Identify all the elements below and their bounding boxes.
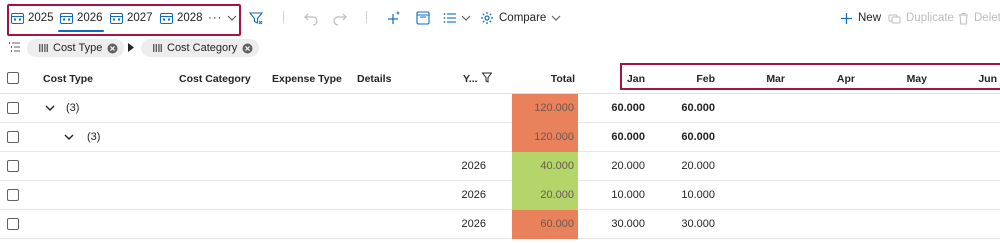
feb-cell: 60.000 — [681, 102, 715, 114]
group-chip-cost-category[interactable]: Cost Category — [141, 39, 260, 57]
toolbar: 2025 2026 2027 2028 ··· Compare New Dupl… — [0, 0, 1000, 36]
group-chip-cost-type[interactable]: Cost Type — [27, 39, 125, 57]
column-header-cost-category[interactable]: Cost Category — [179, 72, 251, 86]
column-header-details[interactable]: Details — [357, 72, 391, 86]
total-cell: 60.000 — [512, 210, 578, 239]
row-checkbox[interactable] — [7, 131, 19, 143]
remove-circle-icon[interactable] — [242, 43, 253, 54]
add-icon — [841, 12, 852, 24]
column-header-year[interactable]: Y... — [463, 72, 478, 86]
year-tabs-highlight — [7, 4, 241, 36]
remove-circle-icon[interactable] — [107, 43, 118, 54]
year-cell: 2026 — [461, 218, 486, 230]
grouping-bar: Cost Type Cost Category — [0, 38, 1000, 58]
delete-button[interactable]: Delete — [958, 10, 1000, 26]
total-cell: 120.000 — [512, 94, 578, 123]
chevron-down-icon — [461, 15, 471, 21]
filter-icon[interactable] — [248, 10, 264, 26]
chip-label: Cost Category — [167, 42, 238, 54]
compare-icon — [481, 12, 493, 24]
add-sparkle-icon[interactable] — [386, 10, 402, 26]
delete-icon — [959, 12, 968, 24]
total-cell: 120.000 — [512, 123, 578, 152]
total-cell: 40.000 — [512, 152, 578, 181]
jan-cell[interactable]: 20.000 — [590, 159, 645, 173]
undo-icon[interactable] — [303, 10, 319, 26]
chevron-right-icon — [128, 43, 134, 52]
year-cell: 2026 — [461, 160, 486, 172]
total-value: 120.000 — [534, 102, 574, 114]
column-header-expense-type[interactable]: Expense Type — [272, 72, 342, 86]
row-checkbox[interactable] — [7, 160, 19, 172]
new-button[interactable]: New — [840, 10, 881, 26]
compare-label: Compare — [499, 12, 547, 24]
table-row[interactable]: 2026 20.000 10.000 10.000 — [0, 181, 1000, 210]
toolbar-divider — [366, 11, 367, 23]
year-cell: 2026 — [461, 189, 486, 201]
compare-button[interactable]: Compare — [480, 10, 561, 26]
jan-cell: 60.000 — [611, 102, 645, 114]
table-row[interactable]: (3) 120.000 60.000 60.000 — [0, 94, 1000, 123]
list-options-button[interactable] — [442, 10, 471, 26]
group-count-label: (3) — [87, 131, 101, 143]
column-header-total[interactable]: Total — [540, 72, 575, 86]
chevron-down-icon — [551, 15, 561, 21]
row-checkbox[interactable] — [7, 189, 19, 201]
drag-handle-icon — [39, 44, 48, 52]
feb-cell[interactable]: 10.000 — [660, 188, 715, 202]
filter-icon[interactable] — [482, 72, 492, 83]
group-by-icon[interactable] — [8, 41, 20, 53]
table-row[interactable]: 2026 60.000 30.000 30.000 — [0, 210, 1000, 239]
row-checkbox[interactable] — [7, 218, 19, 230]
group-count-label: (3) — [66, 102, 80, 114]
delete-label: Delete — [974, 12, 1000, 24]
chevron-down-icon[interactable] — [44, 102, 56, 114]
new-label: New — [858, 12, 882, 24]
month-columns-highlight — [620, 63, 1000, 90]
list-options-icon — [443, 13, 456, 23]
panel-icon[interactable] — [415, 10, 431, 26]
jan-cell[interactable]: 10.000 — [590, 188, 645, 202]
total-value: 60.000 — [540, 218, 574, 230]
chip-label: Cost Type — [53, 42, 103, 54]
total-value: 120.000 — [534, 131, 574, 143]
feb-cell[interactable]: 30.000 — [660, 217, 715, 231]
feb-cell[interactable]: 20.000 — [660, 159, 715, 173]
duplicate-icon — [888, 14, 901, 23]
toolbar-divider — [283, 11, 284, 23]
row-checkbox[interactable] — [7, 102, 19, 114]
redo-icon[interactable] — [332, 10, 348, 26]
duplicate-button[interactable]: Duplicate — [888, 10, 954, 26]
jan-cell: 60.000 — [611, 131, 645, 143]
table-row[interactable]: (3) 120.000 60.000 60.000 — [0, 123, 1000, 152]
total-value: 20.000 — [540, 189, 574, 201]
drag-handle-icon — [153, 44, 162, 52]
select-all-checkbox[interactable] — [7, 72, 19, 84]
jan-cell[interactable]: 30.000 — [590, 217, 645, 231]
column-header-cost-type[interactable]: Cost Type — [43, 72, 93, 86]
table-row[interactable]: 2026 40.000 20.000 20.000 — [0, 152, 1000, 181]
duplicate-label: Duplicate — [906, 12, 954, 24]
feb-cell: 60.000 — [681, 131, 715, 143]
total-cell: 20.000 — [512, 181, 578, 210]
total-value: 40.000 — [540, 160, 574, 172]
chevron-down-icon[interactable] — [63, 131, 75, 143]
